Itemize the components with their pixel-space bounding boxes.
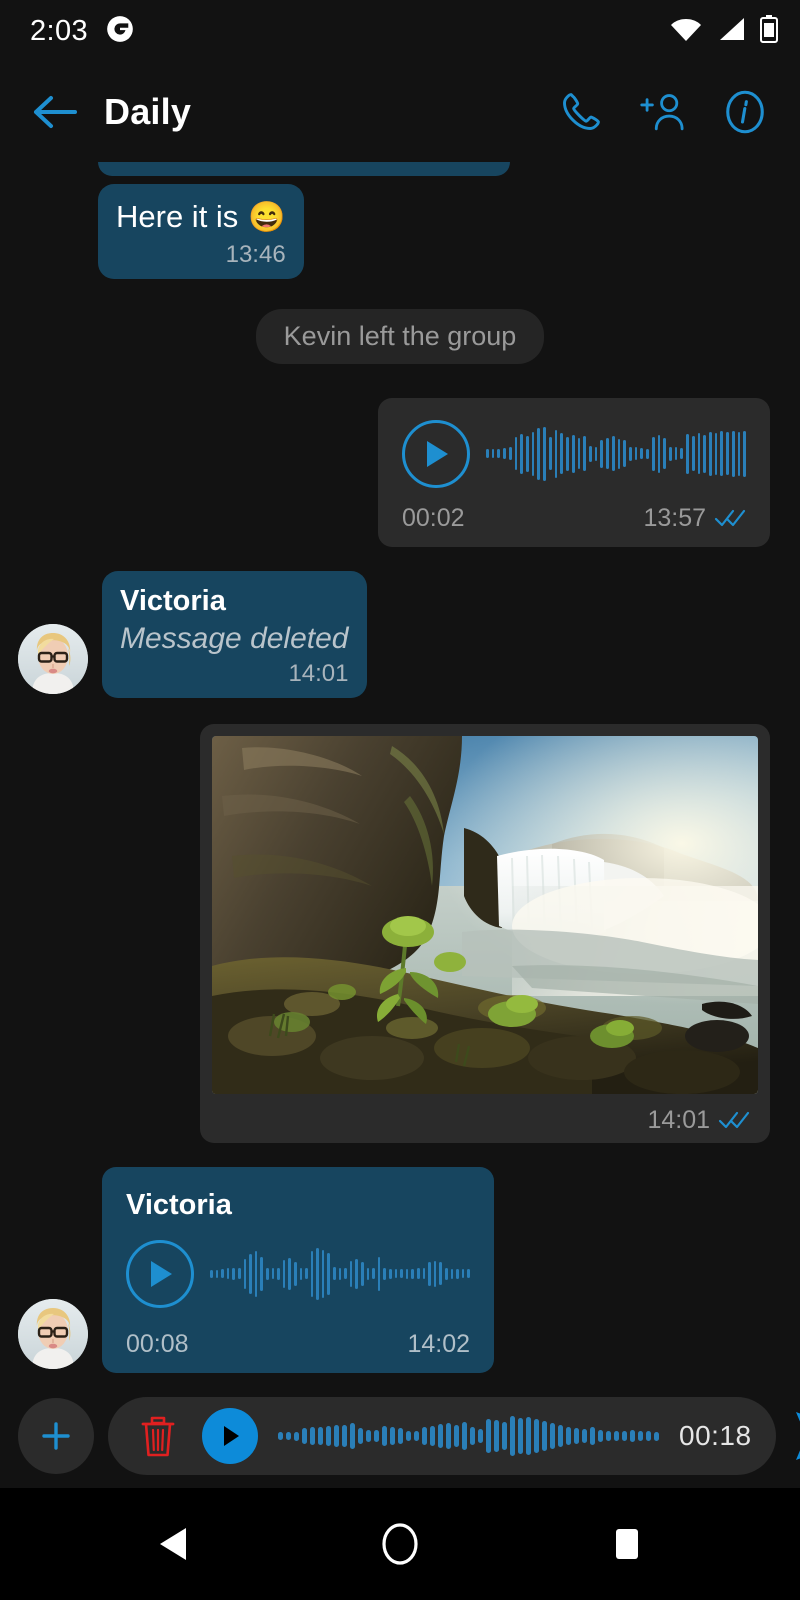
- chat-info-button[interactable]: [722, 89, 768, 135]
- wifi-icon: [670, 16, 702, 47]
- nav-home-button[interactable]: [365, 1509, 435, 1579]
- message-meta: 13:46: [116, 241, 286, 269]
- message-timestamp: 13:46: [225, 240, 286, 268]
- read-receipt-double-check-icon: [714, 508, 746, 528]
- smiley-emoji-icon: 😄: [248, 200, 286, 234]
- nav-recents-button[interactable]: [592, 1509, 662, 1579]
- play-button[interactable]: [126, 1239, 194, 1308]
- voice-duration: 00:02: [402, 503, 465, 532]
- message-text-line: Here it is 😄: [116, 198, 286, 237]
- composer-bar: 00:18: [0, 1384, 800, 1488]
- deleted-message-text: Message deleted: [120, 621, 349, 655]
- status-bar: 2:03: [0, 0, 800, 62]
- voice-player-row: [402, 419, 746, 488]
- android-nav-bar: [0, 1488, 800, 1600]
- trash-icon[interactable]: [134, 1412, 182, 1460]
- voice-waveform[interactable]: [210, 1246, 470, 1302]
- message-row: Here it is 😄 13:46: [18, 184, 782, 279]
- message-timestamp: 14:01: [647, 1105, 710, 1134]
- back-button[interactable]: [28, 85, 82, 139]
- nav-back-button[interactable]: [138, 1509, 208, 1579]
- message-list[interactable]: Here it is 😄 13:46 Kevin left the group: [0, 162, 800, 1384]
- avatar[interactable]: [18, 623, 88, 694]
- image-message-card[interactable]: 14:01: [200, 723, 770, 1143]
- recording-waveform[interactable]: [278, 1413, 659, 1459]
- clipped-message-bubble: [98, 162, 510, 176]
- voice-preview-bar: 00:18: [108, 1397, 776, 1475]
- message-timestamp: 14:02: [407, 1329, 470, 1358]
- call-button[interactable]: [558, 89, 604, 135]
- play-button[interactable]: [402, 419, 470, 488]
- system-message-row: Kevin left the group: [18, 308, 782, 364]
- photo-attachment[interactable]: [212, 735, 758, 1094]
- play-button[interactable]: [202, 1408, 258, 1464]
- page-title: Daily: [104, 91, 192, 132]
- battery-icon: [760, 14, 778, 48]
- message-row: Victoria 00:08 14:02: [18, 1166, 782, 1373]
- message-meta: 14:01: [120, 659, 349, 688]
- status-notification-icons: [106, 15, 134, 48]
- status-clock: 2:03: [30, 14, 89, 47]
- voice-meta: 00:02 13:57: [402, 504, 746, 533]
- read-receipt-double-check-icon: [718, 1110, 750, 1130]
- image-meta: 14:01: [212, 1106, 758, 1135]
- voice-player-row: [126, 1239, 470, 1308]
- signal-icon: [716, 16, 746, 47]
- message-row: 14:01: [18, 723, 782, 1143]
- voice-meta: 00:08 14:02: [126, 1330, 470, 1359]
- recording-duration: 00:18: [679, 1420, 752, 1451]
- add-person-button[interactable]: [640, 89, 686, 135]
- attach-button[interactable]: [18, 1398, 94, 1474]
- sender-name: Victoria: [126, 1188, 232, 1221]
- avatar[interactable]: [18, 1298, 88, 1369]
- message-timestamp: 14:01: [288, 659, 349, 687]
- system-message: Kevin left the group: [255, 308, 545, 364]
- phone-screen: 2:03 Daily Here it is 😄 13:46 Kevin left…: [0, 0, 800, 1600]
- appbar-actions: [558, 89, 776, 135]
- message-text: Here it is: [116, 199, 239, 234]
- app-bar: Daily: [0, 62, 800, 162]
- send-button[interactable]: [790, 1398, 800, 1474]
- voice-duration: 00:08: [126, 1329, 189, 1358]
- text-message-bubble[interactable]: Here it is 😄 13:46: [98, 184, 304, 279]
- message-timestamp: 13:57: [643, 503, 706, 532]
- message-row: 00:02 13:57: [18, 397, 782, 547]
- deleted-message-bubble[interactable]: Victoria Message deleted 14:01: [102, 570, 367, 698]
- gmail-notification-icon: [106, 15, 134, 48]
- voice-waveform[interactable]: [486, 426, 746, 482]
- voice-message-card[interactable]: Victoria 00:08 14:02: [102, 1166, 494, 1373]
- message-row: Victoria Message deleted 14:01: [18, 570, 782, 698]
- sender-name: Victoria: [120, 584, 226, 617]
- voice-status: 13:57: [643, 504, 746, 533]
- status-system-icons: [670, 14, 778, 48]
- voice-message-card[interactable]: 00:02 13:57: [378, 397, 770, 547]
